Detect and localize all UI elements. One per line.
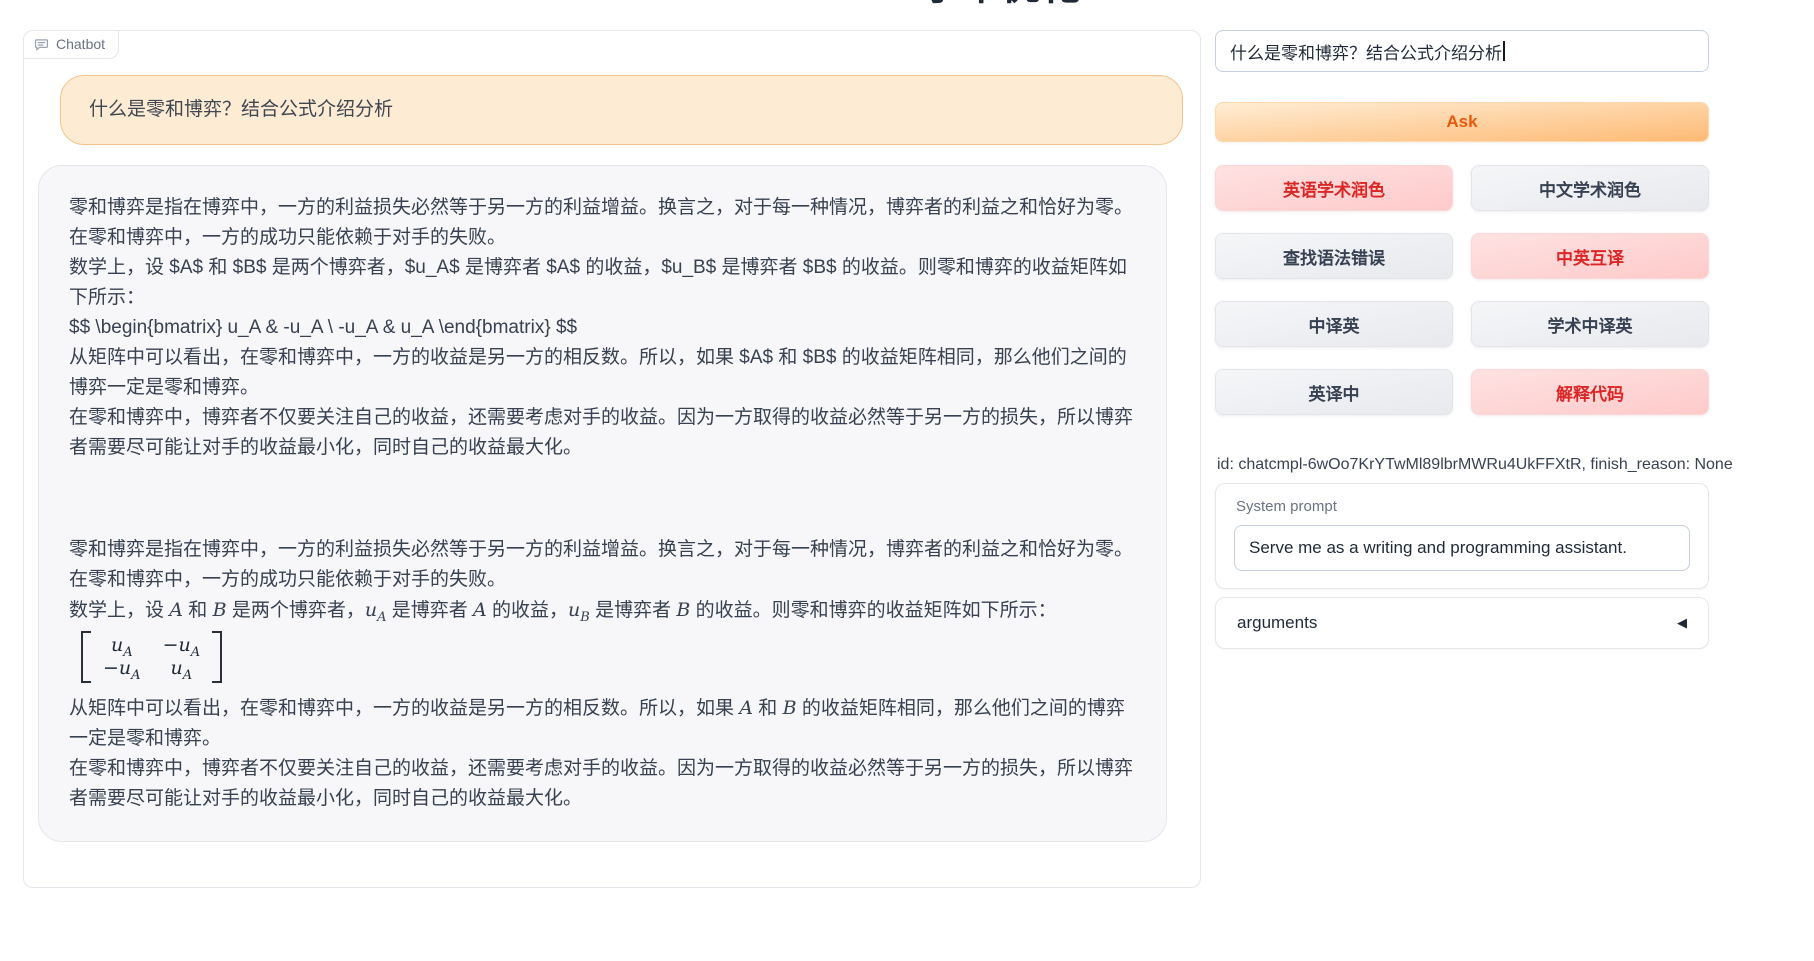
function-button-grid: 英语学术润色 中文学术润色 查找语法错误 中英互译 中译英 学术中译英 英译中 … <box>1215 165 1709 415</box>
zh-to-en-button[interactable]: 中译英 <box>1215 301 1453 347</box>
bot-raw-markdown-block: 零和博弈是指在博弈中，一方的利益损失必然等于另一方的利益增益。换言之，对于每一种… <box>69 193 1136 463</box>
user-message-text: 什么是零和博弈？结合公式介绍分析 <box>89 95 1154 125</box>
bot-rendered-paragraph: 从矩阵中可以看出，在零和博弈中，一方的收益是另一方的相反数。所以，如果 A 和 … <box>69 693 1136 754</box>
explain-code-button[interactable]: 解释代码 <box>1471 369 1709 415</box>
math-subscript: B <box>580 610 590 625</box>
bot-raw-latex-line: $$ \begin{bmatrix} u_A & -u_A \ -u_A & u… <box>69 313 1136 343</box>
english-academic-polish-button[interactable]: 英语学术润色 <box>1215 165 1453 211</box>
matrix-cells: uA −uA −uA uA <box>91 631 212 683</box>
chatbot-label: Chatbot <box>24 31 119 59</box>
collapse-arrow-icon: ◀ <box>1677 615 1687 631</box>
chatbot-panel: Chatbot 什么是零和博弈？结合公式介绍分析 零和博弈是指在博弈中，一方的利… <box>23 30 1201 888</box>
find-grammar-errors-button[interactable]: 查找语法错误 <box>1215 233 1453 279</box>
math-var: A <box>473 599 487 621</box>
matrix-cell: −uA <box>163 634 201 657</box>
user-message-bubble: 什么是零和博弈？结合公式介绍分析 <box>60 75 1183 145</box>
en-to-zh-button[interactable]: 英译中 <box>1215 369 1453 415</box>
chat-bubble-icon <box>34 37 49 52</box>
bot-rendered-paragraph: 在零和博弈中，博弈者不仅要关注自己的收益，还需要考虑对手的收益。因为一方取得的收… <box>69 754 1136 814</box>
payoff-matrix: uA −uA −uA uA <box>81 631 222 683</box>
math-var: B <box>676 599 690 621</box>
arguments-accordion[interactable]: arguments ◀ <box>1215 597 1709 649</box>
math-var: u <box>365 599 377 621</box>
bot-rendered-paragraph: 数学上，设 A 和 B 是两个博弈者，uA 是博弈者 A 的收益，uB 是博弈者… <box>69 595 1136 626</box>
question-input-value: 什么是零和博弈？结合公式介绍分析 <box>1230 39 1502 64</box>
bot-raw-paragraph: 数学上，设 $A$ 和 $B$ 是两个博弈者，$u_A$ 是博弈者 $A$ 的收… <box>69 253 1136 313</box>
bot-message-bubble: 零和博弈是指在博弈中，一方的利益损失必然等于另一方的利益增益。换言之，对于每一种… <box>38 165 1167 842</box>
academic-zh-to-en-button[interactable]: 学术中译英 <box>1471 301 1709 347</box>
chinese-academic-polish-button[interactable]: 中文学术润色 <box>1471 165 1709 211</box>
bot-raw-paragraph: 零和博弈是指在博弈中，一方的利益损失必然等于另一方的利益增益。换言之，对于每一种… <box>69 193 1136 253</box>
matrix-bracket-right <box>212 631 222 683</box>
bot-raw-paragraph: 从矩阵中可以看出，在零和博弈中，一方的收益是另一方的相反数。所以，如果 $A$ … <box>69 343 1136 403</box>
bot-raw-paragraph: 在零和博弈中，博弈者不仅要关注自己的收益，还需要考虑对手的收益。因为一方取得的收… <box>69 403 1136 463</box>
question-input[interactable]: 什么是零和博弈？结合公式介绍分析 <box>1215 30 1709 72</box>
math-var: B <box>783 697 797 719</box>
control-column: 什么是零和博弈？结合公式介绍分析 Ask 英语学术润色 中文学术润色 查找语法错… <box>1215 0 1709 961</box>
matrix-cell: −uA <box>103 657 141 680</box>
system-prompt-label: System prompt <box>1236 498 1690 515</box>
matrix-cell: uA <box>163 657 201 680</box>
bot-rendered-paragraph: 零和博弈是指在博弈中，一方的利益损失必然等于另一方的利益增益。换言之，对于每一种… <box>69 535 1136 595</box>
math-var: A <box>739 697 753 719</box>
system-prompt-input[interactable]: Serve me as a writing and programming as… <box>1234 525 1690 571</box>
completion-meta: id: chatcmpl-6wOo7KrYTwMl89lbrMWRu4UkFFX… <box>1217 456 1733 474</box>
page-title-clipped: ChatGPT 学术优化 <box>610 0 1210 8</box>
matrix-cell: uA <box>103 634 141 657</box>
page-title-text: ChatGPT 学术优化 <box>610 0 1210 8</box>
ask-button[interactable]: Ask <box>1215 102 1709 142</box>
system-prompt-value: Serve me as a writing and programming as… <box>1249 538 1627 558</box>
bot-rendered-block: 零和博弈是指在博弈中，一方的利益损失必然等于另一方的利益增益。换言之，对于每一种… <box>69 535 1136 814</box>
zh-en-mutual-translate-button[interactable]: 中英互译 <box>1471 233 1709 279</box>
math-var: A <box>169 599 183 621</box>
math-var: u <box>568 599 580 621</box>
matrix-bracket-left <box>81 631 91 683</box>
system-prompt-card: System prompt Serve me as a writing and … <box>1215 483 1709 589</box>
text-cursor <box>1503 41 1505 61</box>
math-var: B <box>213 599 227 621</box>
chatbot-label-text: Chatbot <box>56 36 105 52</box>
arguments-accordion-label: arguments <box>1237 613 1317 633</box>
